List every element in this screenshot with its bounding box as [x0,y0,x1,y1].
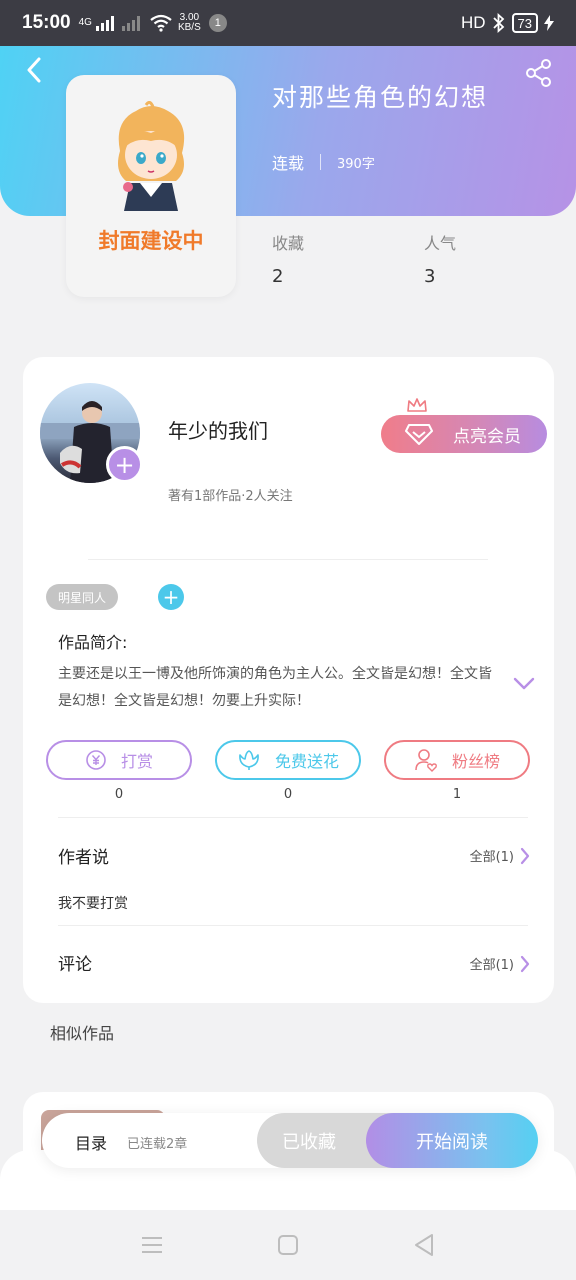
book-detail-card: + 年少的我们 著有1部作品·2人关注 点亮会员 明星同人 + 作品简介: 主要… [23,357,554,1003]
comments-more-label: 全部(1) [469,958,514,973]
net-speed-unit: KB/S [177,22,201,33]
meta-divider [320,154,322,170]
menu-icon[interactable] [139,1232,165,1258]
author-says-title: 作者说 [58,848,109,868]
signal-2-icon [121,15,140,31]
chapter-progress: 已连载2章 [127,1137,188,1152]
chevron-right-icon [520,955,530,972]
favorites-stat: 收藏 2 [272,230,304,287]
home-icon[interactable] [275,1232,301,1258]
comments-more[interactable]: 全部(1) [470,954,530,973]
share-icon[interactable] [524,58,554,88]
book-cover[interactable]: 封面建设中 [66,75,236,297]
comments-title: 评论 [58,955,92,975]
author-says-more[interactable]: 全部(1) [470,846,530,865]
toc-button[interactable]: 目录 [75,1130,107,1154]
net-speed: 3.00 KB/S [178,13,201,33]
coin-icon [86,750,106,770]
send-flower-button[interactable]: 免费送花 [215,740,361,780]
user-heart-icon [415,749,437,772]
genre-tag[interactable]: 明星同人 [46,584,119,610]
system-nav-bar [0,1210,576,1280]
favorites-value: 2 [272,266,284,287]
bottom-action-bar: 目录 已连载2章 已收藏 开始阅读 [42,1113,538,1168]
chevron-down-icon[interactable] [513,677,535,691]
popularity-label: 人气 [424,234,457,253]
divider [88,559,488,560]
word-count: 390字 [337,156,375,172]
author-says-text: 我不要打赏 [58,896,128,912]
flower-count: 0 [283,787,293,802]
popularity-value: 3 [424,266,436,287]
author-info: 著有1部作品·2人关注 [168,489,293,504]
status-right: HD 73 [461,13,554,33]
author-name[interactable]: 年少的我们 [168,415,268,444]
crown-icon [407,398,427,412]
signal-icon [95,15,114,31]
vip-label: 点亮会员 [453,426,521,447]
charging-icon [544,15,554,31]
send-flower-label: 免费送花 [274,752,339,771]
wifi-icon [150,14,172,32]
fan-ranking-count: 1 [452,787,462,802]
status-time: 15:00 [22,12,71,33]
notification-badge: 1 [208,14,227,32]
network-type: 4G [78,17,92,28]
add-tag-button[interactable]: + [158,584,184,610]
fan-ranking-label: 粉丝榜 [451,752,500,771]
tip-count: 0 [114,787,124,802]
follow-author-button[interactable]: + [106,446,143,483]
vip-button[interactable]: 点亮会员 [381,415,547,453]
popularity-stat: 人气 3 [424,230,456,287]
tip-button[interactable]: 打赏 [46,740,192,780]
cover-label: 封面建设中 [98,229,204,253]
book-title: 对那些角色的幻想 [272,83,489,112]
flower-icon [239,750,259,770]
battery-level: 73 [511,13,538,33]
chevron-right-icon [520,847,530,864]
tip-label: 打赏 [120,752,153,771]
similar-works-title: 相似作品 [50,1024,115,1043]
start-reading-button[interactable]: 开始阅读 [366,1113,538,1168]
bluetooth-icon [492,13,504,33]
back-icon[interactable] [20,56,48,84]
author-says-more-label: 全部(1) [469,850,514,865]
hd-indicator: HD [460,13,486,32]
intro-text: 主要还是以王一博及他所饰演的角色为主人公。全文皆是幻想！全文皆是幻想！全文皆是幻… [58,666,492,709]
favorites-label: 收藏 [272,234,305,253]
cover-illustration-icon [118,101,185,211]
book-meta: 连载 390字 [272,150,375,174]
divider [58,817,528,818]
book-status: 连载 [272,154,305,173]
back-nav-icon[interactable] [411,1232,437,1258]
intro-title: 作品简介: [58,633,128,652]
status-bar: 15:00 4G 3.00 KB/S 1 HD 73 [0,0,576,46]
divider [58,925,528,926]
diamond-icon [405,424,433,445]
fan-ranking-button[interactable]: 粉丝榜 [384,740,530,780]
